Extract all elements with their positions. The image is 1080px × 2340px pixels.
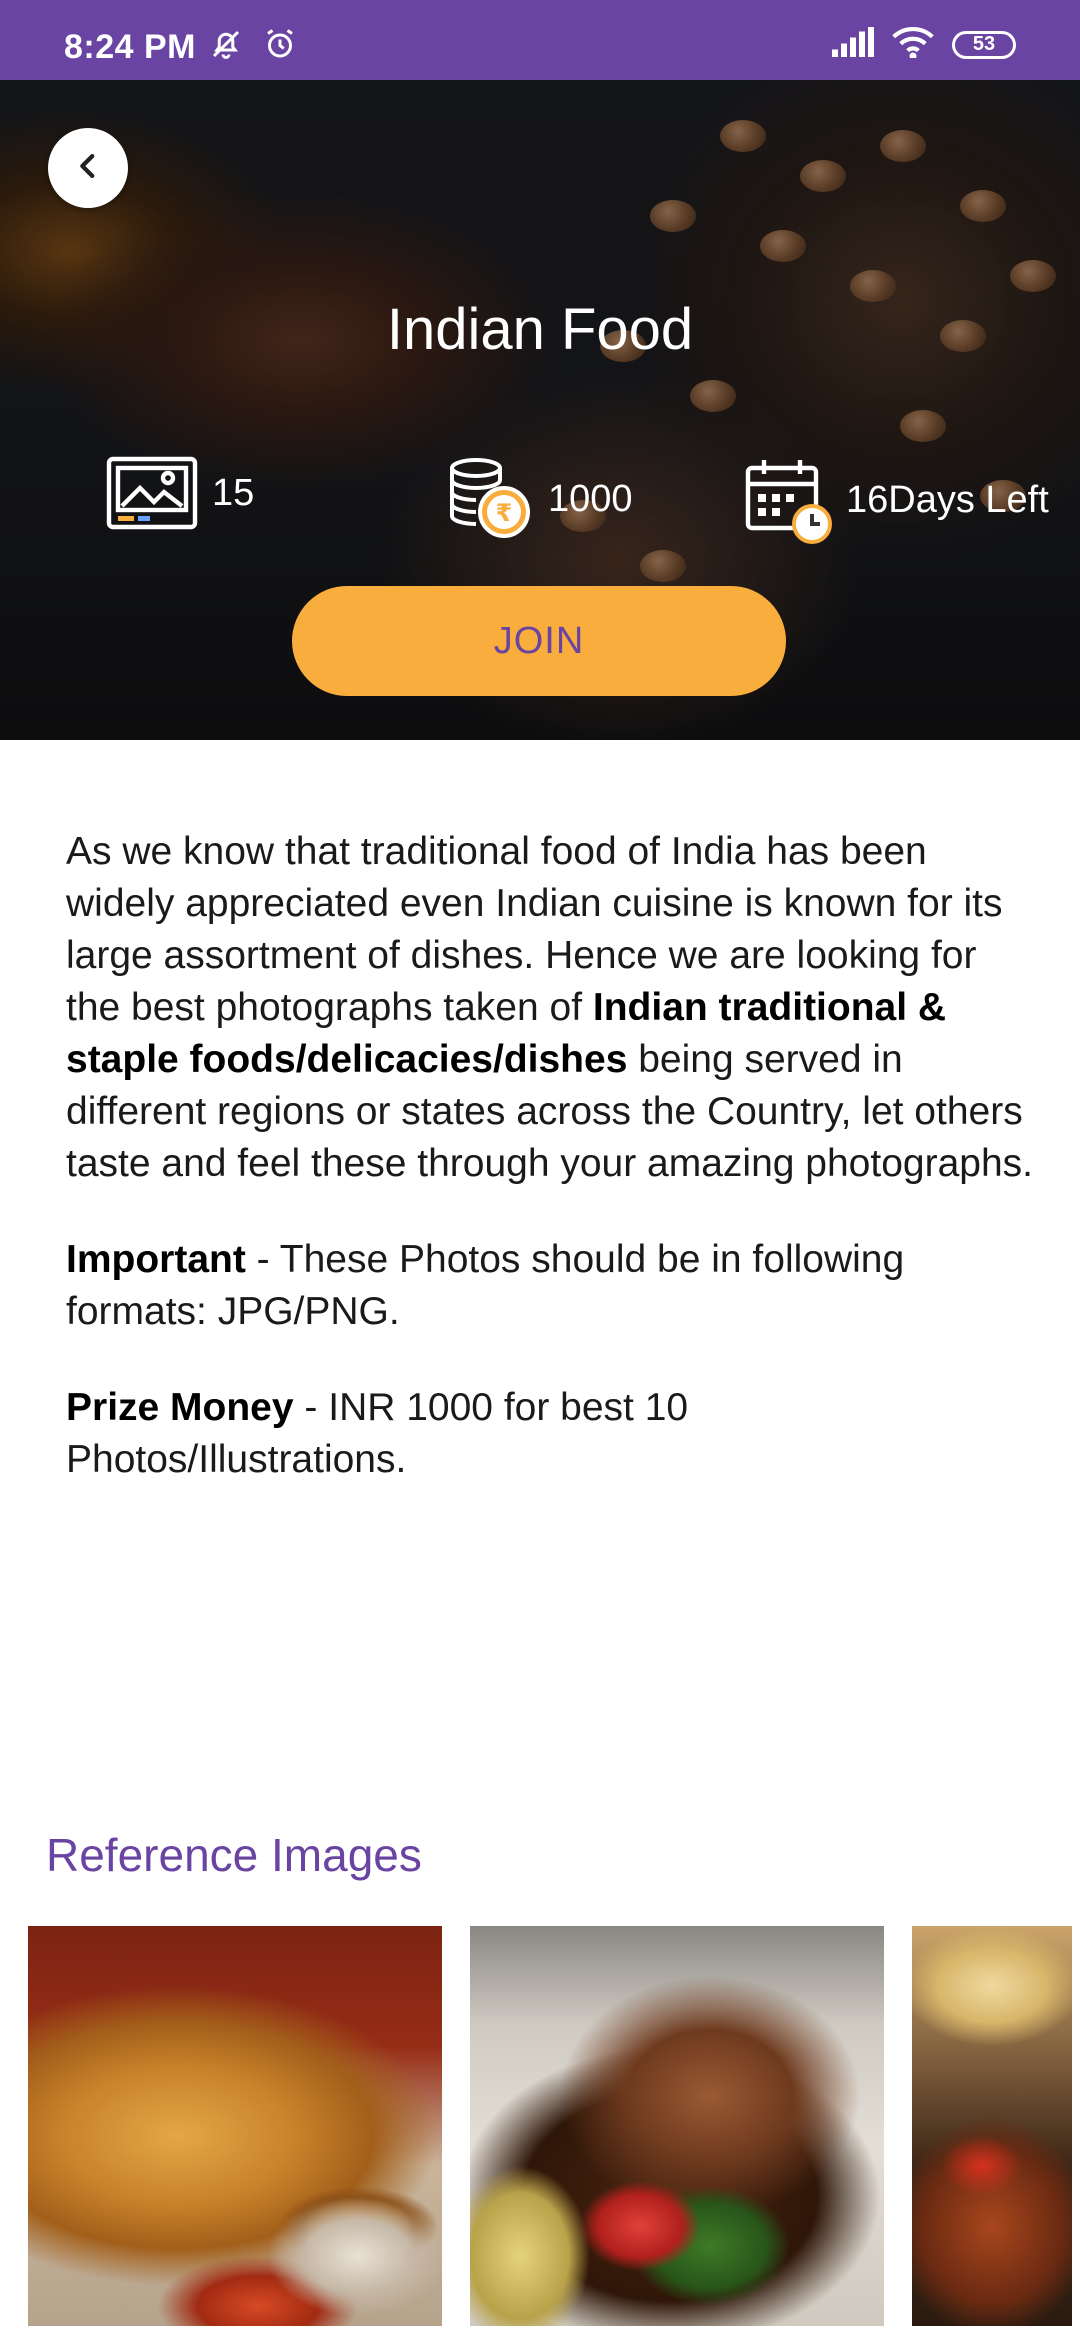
coins-rupee-icon: ₹ xyxy=(444,456,534,542)
reference-images-carousel[interactable] xyxy=(28,1926,1072,2326)
join-button[interactable]: JOIN xyxy=(292,586,786,696)
photos-count-stat: 15 xyxy=(106,456,254,530)
days-left-value: 16Days Left xyxy=(846,478,1049,521)
alarm-icon xyxy=(262,26,298,67)
calendar-clock-icon xyxy=(744,456,832,544)
reference-image-chicken[interactable] xyxy=(470,1926,884,2326)
background-photo-detail xyxy=(720,120,766,152)
days-left-stat: 16Days Left xyxy=(744,456,1049,544)
notifications-muted-icon xyxy=(208,26,244,67)
status-time: 8:24 PM xyxy=(64,28,196,66)
photos-count-value: 15 xyxy=(212,471,255,514)
svg-text:₹: ₹ xyxy=(496,499,513,527)
prize-stat: ₹ 1000 xyxy=(444,456,633,542)
reference-image-naan[interactable] xyxy=(912,1926,1072,2326)
background-photo-detail xyxy=(650,200,696,232)
battery-level: 53 xyxy=(972,33,996,55)
image-icon xyxy=(106,456,198,530)
background-photo-detail xyxy=(690,380,736,412)
background-photo-detail xyxy=(960,190,1006,222)
background-photo-detail xyxy=(900,410,946,442)
important-label: Important xyxy=(66,1238,246,1281)
background-photo-detail xyxy=(800,160,846,192)
reference-images-heading: Reference Images xyxy=(46,1829,422,1881)
contest-title: Indian Food xyxy=(386,297,694,362)
description-paragraph: As we know that traditional food of Indi… xyxy=(66,830,1033,1185)
status-bar: 8:24 PM 53 xyxy=(0,0,1080,80)
prize-money-note: Prize Money - INR 1000 for best 10 Photo… xyxy=(66,1386,689,1481)
wifi-icon xyxy=(892,26,934,63)
background-photo-detail xyxy=(760,230,806,262)
contest-description: As we know that traditional food of Indi… xyxy=(66,826,1036,1530)
reference-image-dosa[interactable] xyxy=(28,1926,442,2326)
background-photo-detail xyxy=(880,130,926,162)
signal-icon xyxy=(832,27,874,62)
back-button[interactable] xyxy=(48,128,128,208)
prize-value: 1000 xyxy=(548,477,633,520)
background-photo-detail xyxy=(640,550,686,582)
background-photo-detail xyxy=(1010,260,1056,292)
prize-money-label: Prize Money xyxy=(66,1386,294,1429)
contest-hero: Indian Food 15 ₹ 1000 16Days Left JOIN xyxy=(0,80,1080,740)
important-note: Important - These Photos should be in fo… xyxy=(66,1238,905,1333)
battery-icon: 53 xyxy=(952,30,1016,59)
chevron-left-icon xyxy=(71,149,105,188)
